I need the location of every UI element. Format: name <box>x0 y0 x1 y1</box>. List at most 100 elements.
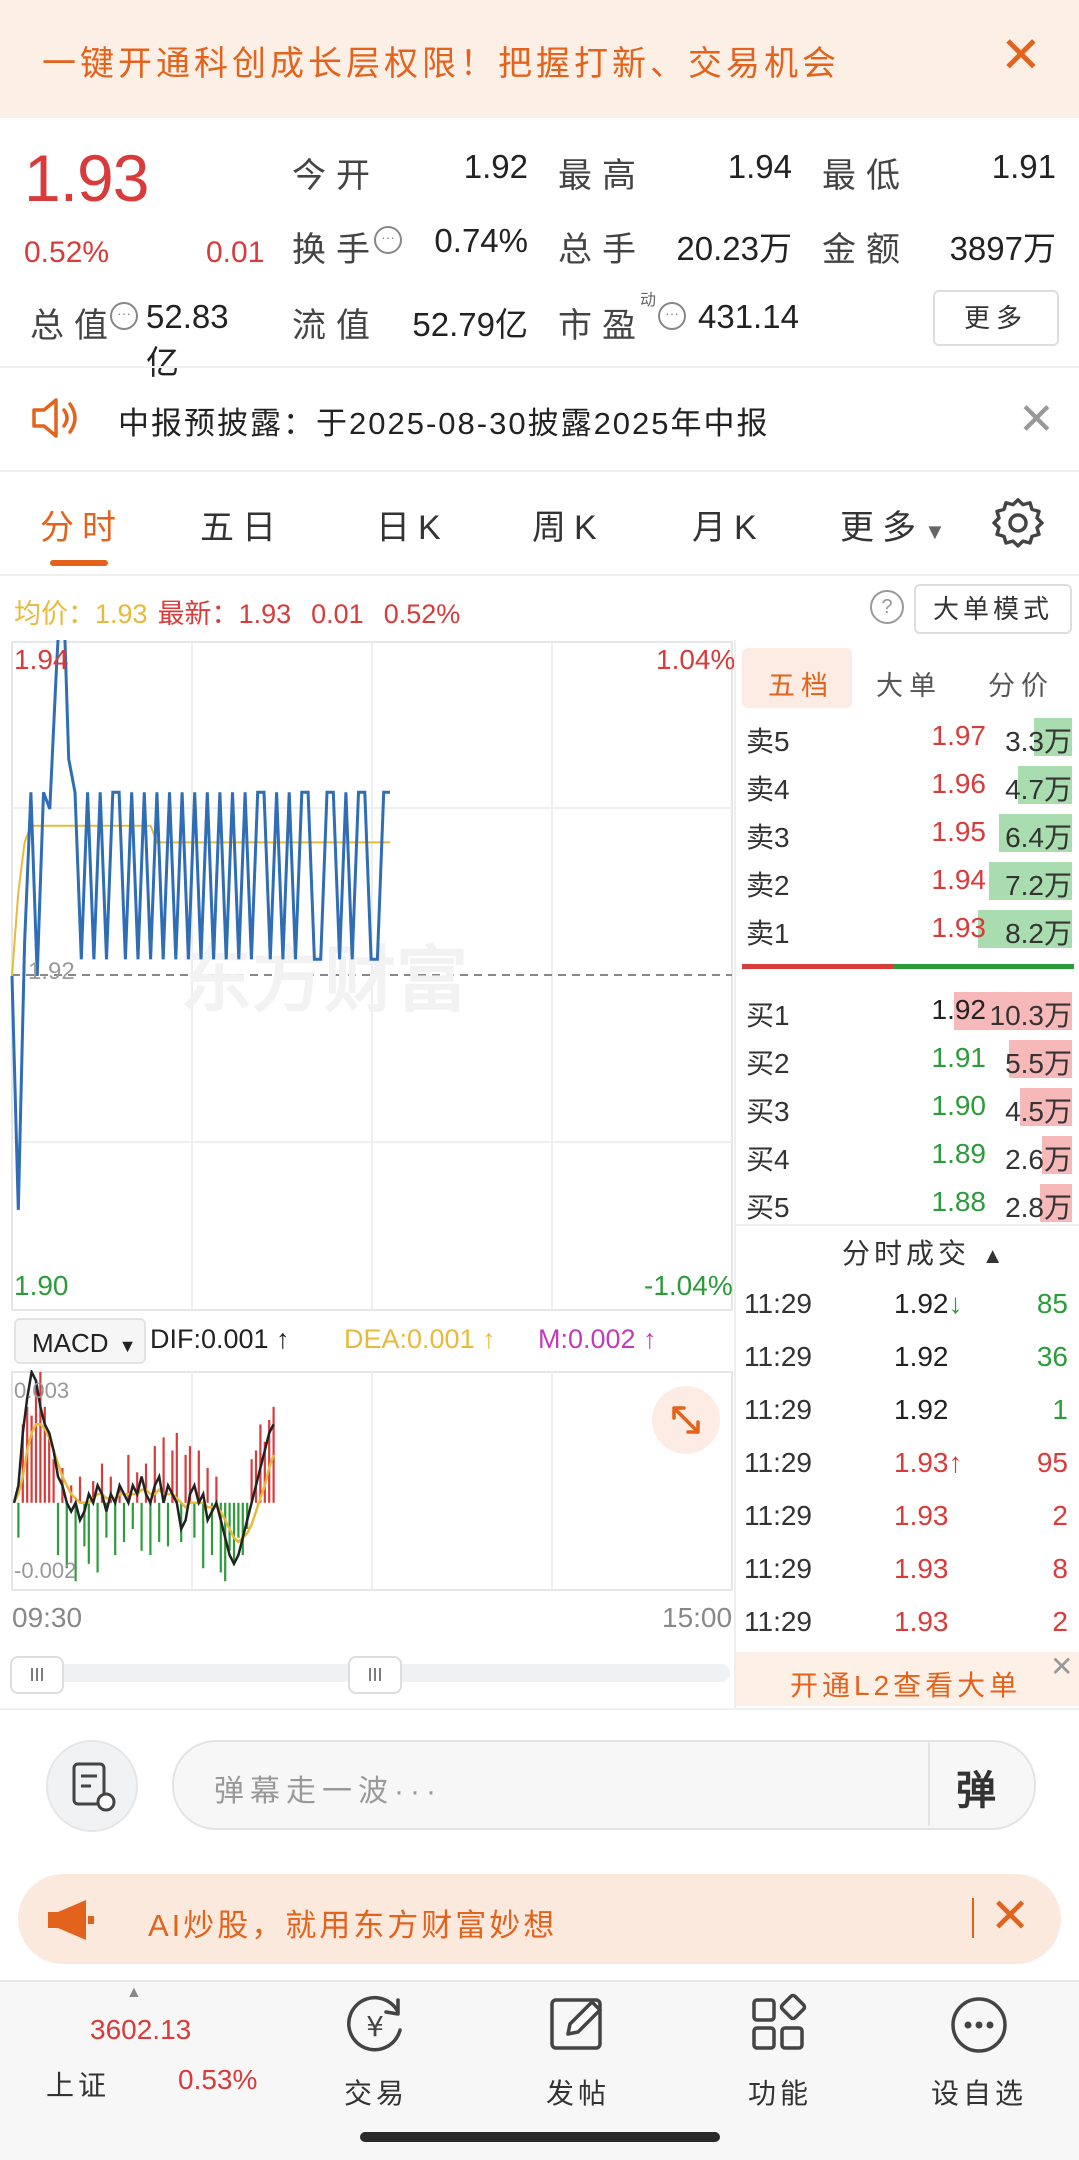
l2-promo-text[interactable]: 开通L2查看大单 <box>790 1664 1021 1704</box>
index-name[interactable]: 上证 <box>46 2064 110 2104</box>
close-icon[interactable]: ✕ <box>1000 30 1042 80</box>
y-min-pct: -1.04% <box>644 1270 733 1301</box>
comment-settings-button[interactable] <box>46 1740 138 1832</box>
ask-row[interactable]: 卖5 1.97 3.3万 <box>746 714 1076 762</box>
range-handle-right[interactable]: III <box>348 1656 402 1694</box>
bid-row[interactable]: 买1 1.92 10.3万 <box>746 988 1076 1036</box>
macd-m: M:0.002 ↑ <box>538 1324 657 1355</box>
tick-price: 1.93 <box>894 1500 1014 1532</box>
promo-banner-text[interactable]: 一键开通科创成长层权限！把握打新、交易机会 <box>42 36 840 85</box>
level-label: 买2 <box>746 1048 790 1079</box>
notice-text[interactable]: 中报预披露：于2025-08-30披露2025年中报 <box>118 398 770 443</box>
macd-chart[interactable] <box>10 1370 734 1592</box>
tick-row: 11:29 1.92 1 <box>744 1388 1074 1436</box>
mktcap-value: 52.83亿 <box>146 298 229 381</box>
tick-price-value: 1.92 <box>894 1394 949 1425</box>
tab-price-distribution[interactable]: 分价 <box>988 664 1054 703</box>
gear-icon[interactable] <box>992 498 1044 555</box>
info-icon[interactable]: ··· <box>374 226 402 254</box>
pe-value: 431.14 <box>698 298 799 335</box>
tick-price: 1.93 <box>894 1553 1014 1585</box>
ask-row[interactable]: 卖1 1.93 8.2万 <box>746 906 1076 954</box>
level-label: 卖5 <box>746 726 790 757</box>
tick-volume: 8 <box>1052 1553 1068 1584</box>
latest-pct: 0.52% <box>383 599 461 629</box>
ref-price-label: 1.92 <box>28 958 75 985</box>
close-icon[interactable]: ✕ <box>1050 1650 1073 1683</box>
chevron-down-icon: ▼ <box>924 519 946 544</box>
tab-monthly-k[interactable]: 月K <box>692 500 765 549</box>
nav-watchlist[interactable]: 设自选 <box>920 2072 1038 2112</box>
divider <box>0 574 1079 576</box>
index-pct[interactable]: 0.53% <box>178 2064 257 2096</box>
tick-price: 1.92 <box>894 1341 1014 1373</box>
pe-label: 市盈 <box>558 307 646 345</box>
tab-big-order[interactable]: 大单 <box>876 664 942 703</box>
big-order-mode-button[interactable]: 大单模式 <box>914 584 1072 634</box>
level-volume: 2.6万 <box>1005 1144 1072 1175</box>
arrow-up-icon: ↑ <box>643 1324 657 1354</box>
close-icon[interactable]: ✕ <box>1018 394 1055 445</box>
trade-icon[interactable]: ¥ <box>340 1990 410 2065</box>
bid-row[interactable]: 买5 1.88 2.8万 <box>746 1180 1076 1228</box>
change-amount: 0.01 <box>206 236 265 269</box>
expand-icon <box>672 1406 700 1434</box>
tab-five-level[interactable]: 五档 <box>768 664 834 703</box>
bid-row[interactable]: 买4 1.89 2.6万 <box>746 1132 1076 1180</box>
divider <box>894 964 1074 969</box>
range-handle-left[interactable]: III <box>10 1656 64 1694</box>
tab-more[interactable]: 更多▼ <box>840 500 946 549</box>
level-volume: 2.8万 <box>1005 1192 1072 1223</box>
pe-dynamic-mark: 动 <box>640 292 657 309</box>
tick-time: 11:29 <box>744 1447 812 1478</box>
post-icon[interactable] <box>542 1990 612 2065</box>
index-value[interactable]: 3602.13 <box>90 2014 191 2046</box>
nav-post[interactable]: 发帖 <box>536 2072 620 2112</box>
indicator-select[interactable]: MACD ▼ <box>14 1318 146 1364</box>
info-icon[interactable]: ··· <box>110 302 138 330</box>
divider <box>736 1224 1079 1226</box>
latest-value: 1.93 <box>238 599 292 629</box>
danmu-toggle-button[interactable]: 弹 <box>928 1740 1034 1826</box>
ask-row[interactable]: 卖2 1.94 7.2万 <box>746 858 1076 906</box>
tab-daily-k[interactable]: 日K <box>376 500 449 549</box>
ai-banner-text[interactable]: AI炒股，就用东方财富妙想 <box>148 1900 557 1945</box>
level-price: 1.97 <box>931 720 987 751</box>
tab-five-day[interactable]: 五日 <box>200 500 284 549</box>
tab-intraday[interactable]: 分时 <box>40 500 124 549</box>
expand-button[interactable] <box>652 1386 720 1454</box>
info-icon[interactable]: ··· <box>658 302 686 330</box>
level-label: 卖1 <box>746 918 790 949</box>
high-label: 最高 <box>558 157 646 195</box>
turnover-value: 0.74% <box>434 222 528 259</box>
ticks-header[interactable]: 分时成交 ▲ <box>842 1232 1004 1272</box>
tick-time: 11:29 <box>744 1341 812 1372</box>
more-dots-icon[interactable] <box>944 1990 1014 2065</box>
close-icon[interactable]: ✕ <box>990 1888 1030 1944</box>
intraday-chart[interactable]: 东方财富 <box>10 640 734 1312</box>
latest-change: 0.01 <box>311 599 364 629</box>
more-button[interactable]: 更多 <box>933 290 1059 346</box>
float-value: 52.79亿 <box>412 306 528 343</box>
ask-row[interactable]: 卖3 1.95 6.4万 <box>746 810 1076 858</box>
level-volume: 8.2万 <box>1005 918 1072 949</box>
tick-price: 1.92 <box>894 1394 1014 1426</box>
bid-row[interactable]: 买2 1.91 5.5万 <box>746 1036 1076 1084</box>
nav-functions[interactable]: 功能 <box>738 2072 822 2112</box>
tab-weekly-k[interactable]: 周K <box>532 500 605 549</box>
nav-trade[interactable]: 交易 <box>336 2072 416 2112</box>
avg-label: 均价： <box>14 599 95 629</box>
bid-row[interactable]: 买3 1.90 4.5万 <box>746 1084 1076 1132</box>
open-value: 1.92 <box>463 148 528 185</box>
grid-icon[interactable] <box>744 1990 814 2065</box>
tick-volume: 2 <box>1052 1606 1068 1637</box>
promo-banner[interactable]: 一键开通科创成长层权限！把握打新、交易机会 ✕ <box>0 0 1079 118</box>
tick-price-value: 1.92 <box>894 1341 949 1372</box>
tick-time: 11:29 <box>744 1553 812 1584</box>
turnover-label: 换手 <box>292 231 380 269</box>
level-price: 1.89 <box>931 1138 987 1169</box>
help-icon[interactable]: ? <box>870 590 904 624</box>
y-max-price: 1.94 <box>14 644 69 675</box>
level-price: 1.92 <box>931 994 987 1025</box>
ask-row[interactable]: 卖4 1.96 4.7万 <box>746 762 1076 810</box>
